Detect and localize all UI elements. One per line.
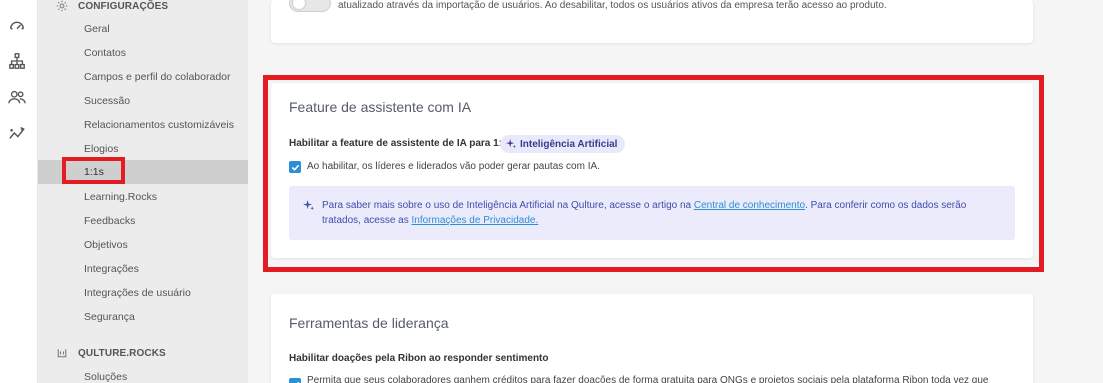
- sidebar-item-seguranca[interactable]: Segurança: [38, 305, 248, 329]
- sidebar-item-learning-rocks[interactable]: Learning.Rocks: [38, 185, 248, 209]
- user-import-card: atualizado através da importação de usuá…: [271, 0, 1033, 43]
- config-section-title: CONFIGURAÇÕES: [78, 0, 169, 12]
- sidebar-item-label: Segurança: [84, 311, 135, 323]
- sidebar-item-solucoes[interactable]: Soluções: [38, 365, 248, 383]
- highlight-box-ai-card: [263, 75, 1044, 272]
- sidebar-item-sucessao[interactable]: Sucessão: [38, 89, 248, 113]
- org-chart-icon[interactable]: [7, 51, 27, 71]
- sidebar-item-label: Campos e perfil do colaborador: [84, 71, 231, 83]
- rocks-section-title: QULTURE.ROCKS: [78, 347, 166, 359]
- leadership-tools-card: Ferramentas de liderança Habilitar doaçõ…: [271, 294, 1033, 383]
- sidebar-item-geral[interactable]: Geral: [38, 17, 248, 41]
- rocks-section-header: QULTURE.ROCKS: [56, 347, 166, 359]
- rocks-logo-icon: [57, 349, 67, 358]
- analytics-icon[interactable]: [7, 123, 27, 143]
- sidebar-item-label: Feedbacks: [84, 215, 136, 227]
- sidebar-item-integracoes[interactable]: Integrações: [38, 257, 248, 281]
- sidebar-item-label: Elogios: [84, 143, 119, 155]
- ribon-enable-label: Habilitar doações pela Ribon ao responde…: [289, 353, 549, 364]
- sidebar-item-contatos[interactable]: Contatos: [38, 41, 248, 65]
- ribon-enable-checkbox[interactable]: [289, 378, 301, 383]
- check-icon: [295, 381, 299, 383]
- settings-sidebar: CONFIGURAÇÕES Geral Contatos Campos e pe…: [38, 0, 248, 383]
- sidebar-item-label: Integrações: [84, 263, 139, 275]
- sidebar-item-label: Learning.Rocks: [84, 191, 157, 203]
- leadership-card-title: Ferramentas de liderança: [289, 315, 449, 331]
- sidebar-item-label: Relacionamentos customizáveis: [84, 119, 234, 131]
- sidebar-item-relacionamentos[interactable]: Relacionamentos customizáveis: [38, 113, 248, 137]
- sidebar-item-label: Objetivos: [84, 239, 128, 251]
- config-section-header: CONFIGURAÇÕES: [56, 0, 168, 12]
- user-import-toggle[interactable]: [289, 0, 331, 12]
- sidebar-item-feedbacks[interactable]: Feedbacks: [38, 209, 248, 233]
- sidebar-item-campos-perfil[interactable]: Campos e perfil do colaborador: [38, 65, 248, 89]
- highlight-box-1on1s: [62, 157, 125, 184]
- icon-rail: [0, 0, 38, 383]
- sidebar-item-integracoes-usuario[interactable]: Integrações de usuário: [38, 281, 248, 305]
- gear-icon: [56, 0, 68, 12]
- ribon-checkbox-text: Permita que seus colaboradores ganhem cr…: [307, 375, 989, 383]
- sidebar-item-label: Sucessão: [84, 95, 131, 107]
- sidebar-item-label: Integrações de usuário: [84, 287, 191, 299]
- sidebar-item-label: Soluções: [84, 371, 128, 383]
- dashboard-icon[interactable]: [7, 15, 27, 35]
- user-import-description: atualizado através da importação de usuá…: [338, 0, 887, 11]
- people-icon[interactable]: [7, 87, 27, 107]
- sidebar-item-label: Geral: [84, 23, 110, 35]
- sidebar-item-label: Contatos: [84, 47, 127, 59]
- sidebar-item-objetivos[interactable]: Objetivos: [38, 233, 248, 257]
